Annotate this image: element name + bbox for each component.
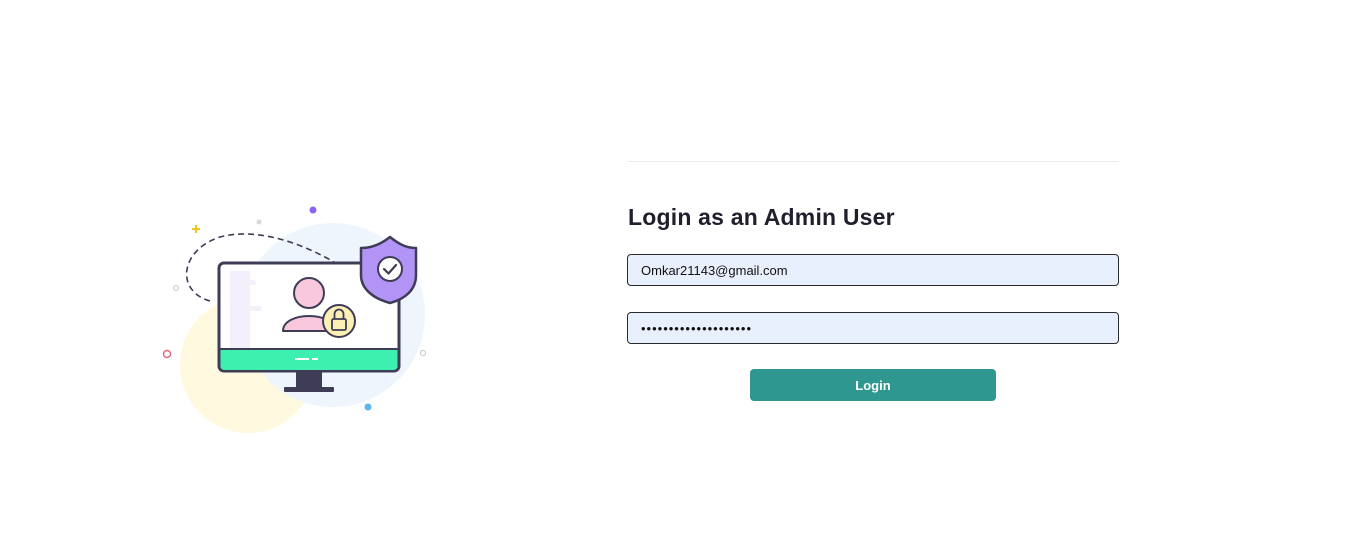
admin-security-illustration bbox=[150, 195, 450, 440]
login-form: Login as an Admin User Login bbox=[627, 161, 1119, 401]
ring-pink bbox=[162, 349, 172, 359]
ring-gray-right bbox=[419, 349, 427, 357]
login-page: Login as an Admin User Login bbox=[0, 0, 1365, 534]
plus-sparkle-icon bbox=[192, 225, 200, 233]
dot-purple bbox=[309, 206, 317, 214]
dot-gray bbox=[256, 219, 262, 225]
shield-check-icon bbox=[359, 235, 418, 305]
dot-blue bbox=[364, 403, 372, 411]
page-title: Login as an Admin User bbox=[628, 204, 895, 230]
padlock-icon bbox=[322, 304, 356, 338]
login-button[interactable]: Login bbox=[750, 369, 996, 401]
email-field[interactable] bbox=[627, 254, 1119, 286]
divider-line bbox=[627, 161, 1119, 162]
password-field[interactable] bbox=[627, 312, 1119, 344]
ring-gray-left bbox=[172, 284, 180, 292]
